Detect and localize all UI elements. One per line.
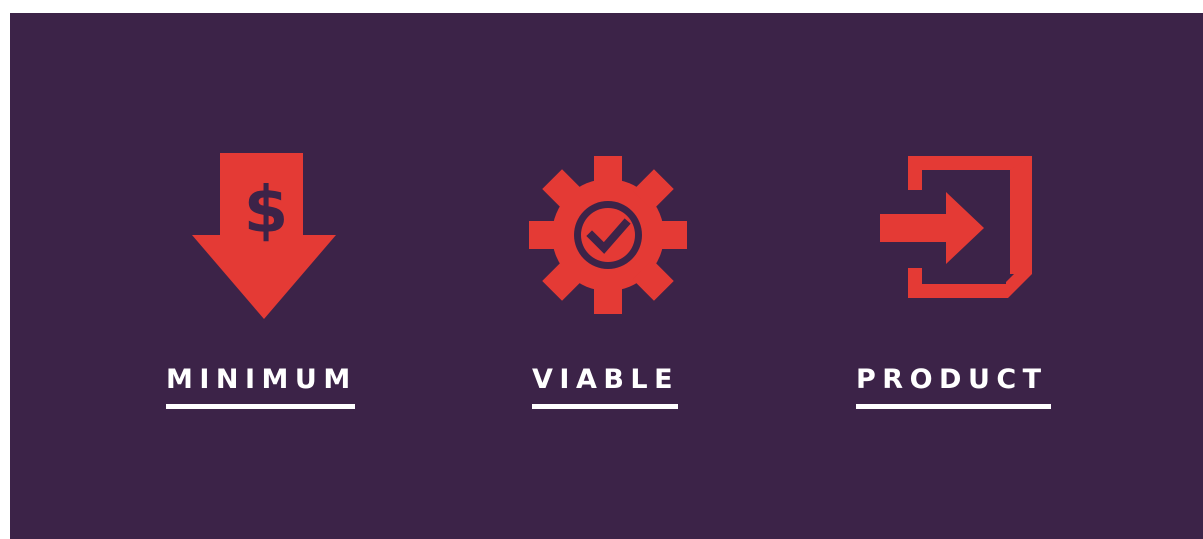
label-product: PRODUCT	[856, 364, 1048, 395]
underline-product	[856, 404, 1051, 409]
item-product: PRODUCT	[10, 13, 1203, 539]
mvp-banner: $ MINIMUM VIABLE PRODUCT	[10, 13, 1203, 539]
box-enter-arrow-icon	[880, 156, 1032, 298]
